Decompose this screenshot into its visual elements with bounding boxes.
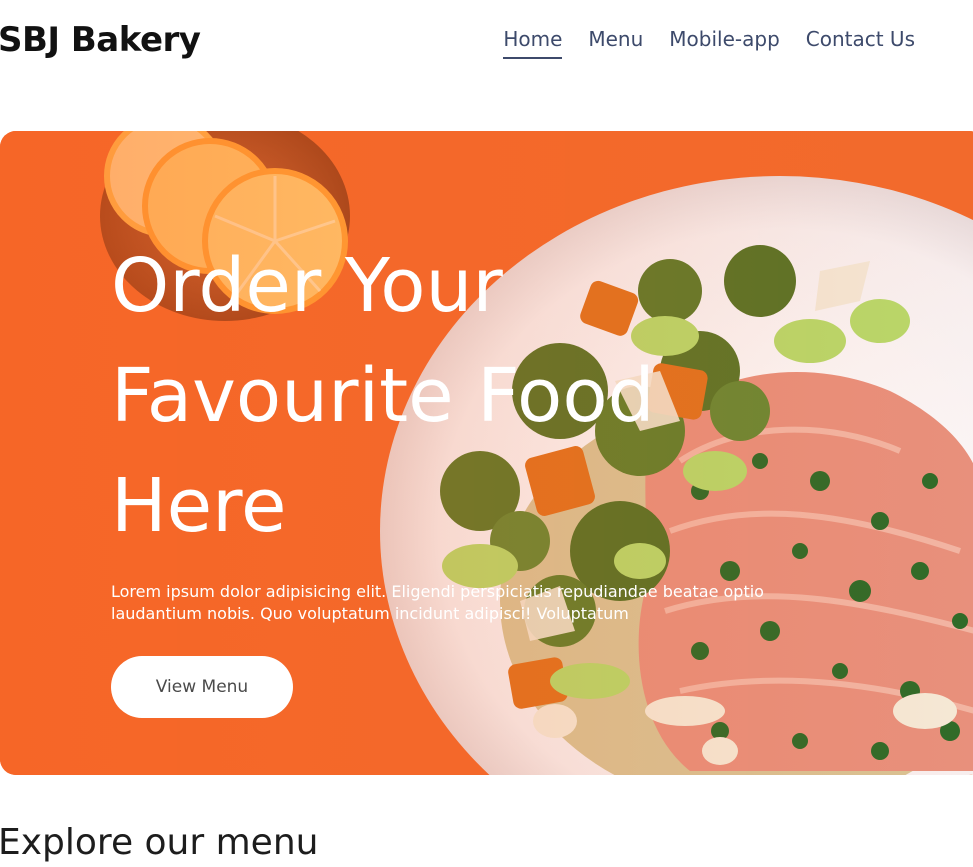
hero-title: Order Your Favourite Food Here [111, 243, 655, 549]
nav-link-home[interactable]: Home [503, 27, 563, 59]
hero-description: Lorem ipsum dolor adipisicing elit. Elig… [111, 582, 764, 623]
brand-logo[interactable]: SBJ Bakery [0, 20, 201, 60]
view-menu-button[interactable]: View Menu [111, 656, 293, 718]
nav-link-contact-us[interactable]: Contact Us [806, 27, 915, 59]
site-header: SBJ Bakery Home Menu Mobile-app Contact … [0, 0, 973, 90]
main-nav: Home Menu Mobile-app Contact Us [503, 27, 915, 59]
section-title-explore-menu: Explore our menu [0, 822, 319, 863]
nav-link-mobile-app[interactable]: Mobile-app [669, 27, 779, 59]
nav-link-menu[interactable]: Menu [588, 27, 643, 59]
hero-banner: Order Your Favourite Food Here Lorem ips… [0, 131, 973, 775]
